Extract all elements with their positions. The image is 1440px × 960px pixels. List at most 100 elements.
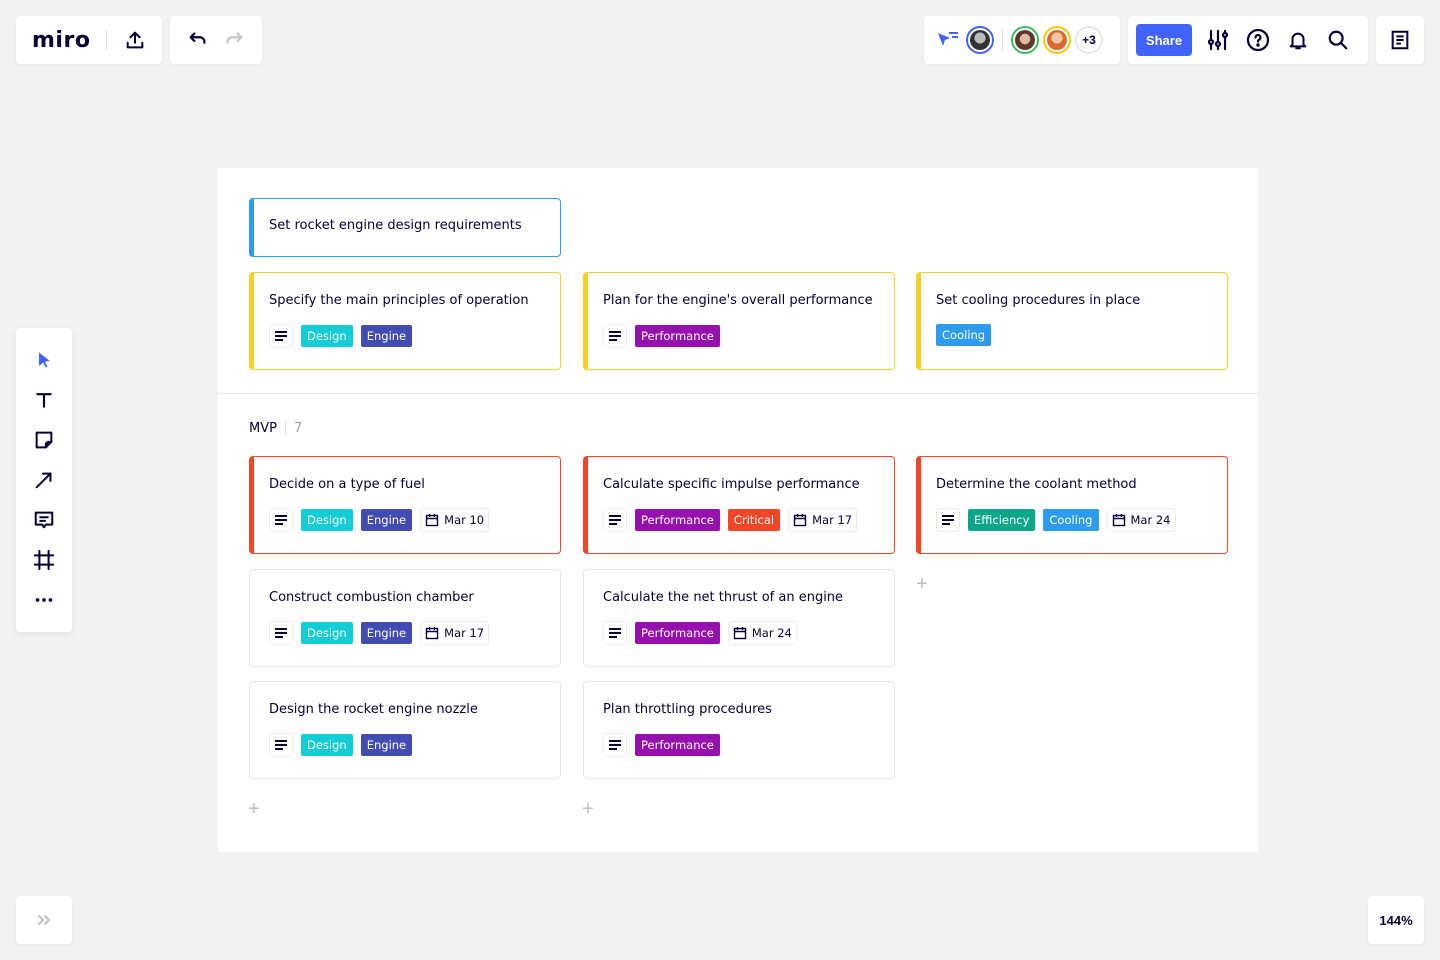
due-date-text: Mar 17: [812, 513, 853, 527]
board-notes-button[interactable]: [1386, 26, 1414, 54]
text-align-left-icon: [609, 740, 621, 750]
export-button[interactable]: [123, 26, 146, 54]
tag-performance[interactable]: Performance: [635, 509, 720, 531]
search-button[interactable]: [1324, 26, 1352, 54]
tag-critical[interactable]: Critical: [727, 509, 781, 531]
avatar-user-1[interactable]: [966, 26, 994, 54]
more-collaborators-badge[interactable]: +3: [1075, 26, 1103, 54]
description-button[interactable]: [603, 324, 627, 348]
add-card-button[interactable]: +: [916, 574, 928, 594]
share-button[interactable]: Share: [1136, 24, 1192, 56]
calendar-icon: [1112, 514, 1125, 527]
section-title: MVP: [249, 420, 277, 436]
comment-tool-button[interactable]: [30, 506, 58, 534]
tag-performance[interactable]: Performance: [635, 734, 720, 756]
tag-engine[interactable]: Engine: [360, 325, 413, 347]
due-date-chip[interactable]: Mar 24: [1106, 508, 1176, 532]
settings-button[interactable]: [1204, 26, 1232, 54]
tag-engine[interactable]: Engine: [360, 622, 413, 644]
avatar-user-3[interactable]: [1043, 26, 1071, 54]
task-card[interactable]: Specify the main principles of operation…: [249, 272, 561, 370]
double-chevron-right-icon: [38, 915, 50, 925]
text-tool-button[interactable]: [30, 386, 58, 414]
description-button[interactable]: [936, 508, 960, 532]
avatar-user-2[interactable]: [1011, 26, 1039, 54]
task-card[interactable]: Determine the coolant method Efficiency Co…: [916, 456, 1228, 554]
due-date-chip[interactable]: Mar 17: [420, 621, 490, 645]
description-button[interactable]: [603, 621, 627, 645]
card-tags: Performance Mar 24: [603, 621, 894, 645]
tag-cooling[interactable]: Cooling: [1043, 509, 1099, 531]
bell-icon: [1289, 32, 1307, 50]
card-tags: Design Engine Mar 10: [269, 508, 560, 532]
description-button[interactable]: [603, 733, 627, 757]
miro-logo[interactable]: miro: [32, 28, 90, 53]
help-button[interactable]: [1244, 26, 1272, 54]
tag-design[interactable]: Design: [301, 509, 353, 531]
tag-engine[interactable]: Engine: [360, 734, 413, 756]
add-card-button[interactable]: +: [582, 799, 594, 819]
text-align-left-icon: [942, 515, 954, 525]
tag-performance[interactable]: Performance: [635, 622, 720, 644]
frame-tool-button[interactable]: [30, 546, 58, 574]
section-header[interactable]: MVP 7: [249, 420, 302, 436]
description-button[interactable]: [603, 508, 627, 532]
notifications-button[interactable]: [1284, 26, 1312, 54]
task-card[interactable]: Construct combustion chamber Design Engine…: [249, 569, 561, 667]
task-card[interactable]: Calculate the net thrust of an engine Per…: [583, 569, 895, 667]
due-date-chip[interactable]: Mar 24: [727, 621, 797, 645]
text-align-left-icon: [609, 628, 621, 638]
description-button[interactable]: [269, 324, 293, 348]
line-tool-button[interactable]: [30, 466, 58, 494]
due-date-chip[interactable]: Mar 10: [420, 508, 490, 532]
text-align-left-icon: [609, 331, 621, 341]
zoom-level-button[interactable]: 144%: [1368, 896, 1424, 944]
sliders-icon: [1207, 29, 1229, 51]
tag-engine[interactable]: Engine: [360, 509, 413, 531]
due-date-chip[interactable]: Mar 17: [788, 508, 858, 532]
more-tools-button[interactable]: [30, 586, 58, 614]
sticky-note-tool-button[interactable]: [30, 426, 58, 454]
bring-everyone-button[interactable]: [934, 26, 962, 54]
task-card[interactable]: Design the rocket engine nozzle Design Eng…: [249, 681, 561, 779]
select-tool-button[interactable]: [30, 346, 58, 374]
text-align-left-icon: [275, 331, 287, 341]
tag-design[interactable]: Design: [301, 622, 353, 644]
task-card[interactable]: Calculate specific impulse performance Pe…: [583, 456, 895, 554]
description-button[interactable]: [269, 621, 293, 645]
description-button[interactable]: [269, 508, 293, 532]
expand-panel-button[interactable]: [16, 896, 72, 944]
tag-cooling[interactable]: Cooling: [936, 324, 992, 346]
text-align-left-icon: [275, 628, 287, 638]
task-card[interactable]: Plan for the engine's overall performanc…: [583, 272, 895, 370]
task-card[interactable]: Plan throttling procedures Performance: [583, 681, 895, 779]
divider: [1002, 28, 1003, 52]
arrow-icon: [35, 472, 52, 489]
add-card-button[interactable]: +: [248, 799, 260, 819]
card-tags: Performance Critical Mar 17: [603, 508, 894, 532]
undo-icon: [189, 32, 206, 44]
search-icon: [1328, 30, 1348, 50]
description-button[interactable]: [269, 733, 293, 757]
task-card[interactable]: Set cooling procedures in place Cooling: [916, 272, 1228, 370]
section-count: 7: [293, 420, 303, 436]
card-tags: Design Engine: [269, 324, 560, 348]
tag-design[interactable]: Design: [301, 734, 353, 756]
tag-design[interactable]: Design: [301, 325, 353, 347]
card-tags: Design Engine: [269, 733, 560, 757]
task-card[interactable]: Decide on a type of fuel Design Engine Mar …: [249, 456, 561, 554]
collaborators-panel: +3: [924, 16, 1120, 64]
sticky-note-icon: [35, 431, 53, 449]
task-card[interactable]: Set rocket engine design requirements: [249, 198, 561, 257]
card-tags: Performance: [603, 733, 894, 757]
comment-icon: [34, 511, 54, 529]
text-align-left-icon: [275, 740, 287, 750]
card-title: Set rocket engine design requirements: [269, 218, 522, 233]
redo-icon: [226, 32, 243, 44]
tag-efficiency[interactable]: Efficiency: [968, 509, 1036, 531]
tag-performance[interactable]: Performance: [635, 325, 720, 347]
creation-toolbar: [16, 328, 72, 632]
undo-button[interactable]: [184, 26, 212, 54]
redo-button[interactable]: [220, 26, 248, 54]
more-icon: [35, 598, 53, 602]
